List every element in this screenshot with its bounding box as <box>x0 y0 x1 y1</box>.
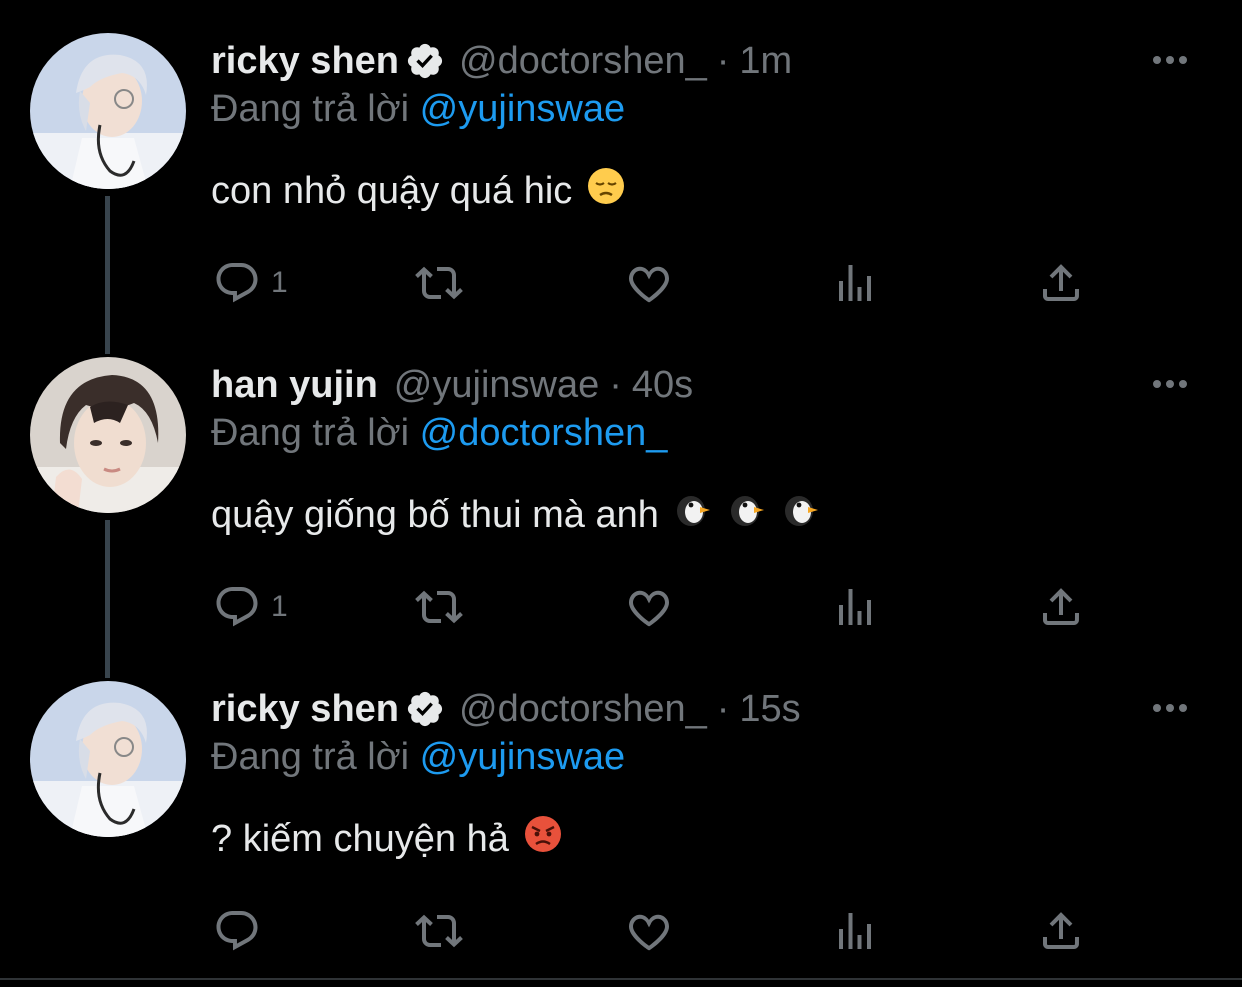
views-button[interactable] <box>831 906 879 956</box>
penguin-icon <box>673 490 713 540</box>
share-icon <box>1043 912 1079 949</box>
tweet[interactable]: ricky shen @doctorshen_ · 1m Đang trả lờ… <box>0 0 1242 324</box>
timestamp[interactable]: 40s <box>632 364 693 407</box>
timestamp[interactable]: 15s <box>739 688 800 731</box>
views-button[interactable] <box>831 582 879 632</box>
avatar[interactable] <box>30 357 186 513</box>
tweet[interactable]: han yujin @yujinswae · 40s Đang trả lời … <box>0 324 1242 648</box>
views-icon <box>839 913 871 949</box>
more-icon[interactable] <box>1150 696 1190 720</box>
more-icon[interactable] <box>1150 372 1190 396</box>
more-icon[interactable] <box>1150 48 1190 72</box>
penguin-icon <box>727 490 767 540</box>
replying-prefix: Đang trả lời <box>211 736 410 778</box>
retweet-button[interactable] <box>415 906 463 956</box>
display-name[interactable]: ricky shen <box>211 40 399 83</box>
heart-icon <box>629 590 669 627</box>
views-icon <box>839 265 871 301</box>
avatar-dark-hair-icon <box>30 357 186 513</box>
retweet-icon <box>415 266 463 300</box>
retweet-button[interactable] <box>415 258 463 308</box>
mention-link[interactable]: @yujinswae <box>420 88 625 130</box>
tweet-actions: 1 <box>211 258 1091 308</box>
tweet-header: han yujin @yujinswae · 40s <box>211 360 693 410</box>
divider <box>0 978 1242 980</box>
share-button[interactable] <box>1037 582 1085 632</box>
separator-dot: · <box>716 39 730 82</box>
heart-icon <box>629 266 669 303</box>
replying-prefix: Đang trả lời <box>211 88 410 130</box>
verified-icon <box>405 689 445 729</box>
reply-icon <box>216 911 258 951</box>
like-button[interactable] <box>625 258 673 308</box>
display-name[interactable]: ricky shen <box>211 688 399 731</box>
like-button[interactable] <box>625 582 673 632</box>
tweet-actions: 1 <box>211 582 1091 632</box>
pensive-face-icon <box>586 166 626 216</box>
mention-link[interactable]: @doctorshen_ <box>420 412 668 454</box>
retweet-button[interactable] <box>415 582 463 632</box>
tweet-text: con nhỏ quậy quá hic <box>211 166 626 216</box>
like-button[interactable] <box>625 906 673 956</box>
retweet-icon <box>415 914 463 948</box>
avatar[interactable] <box>30 33 186 189</box>
reply-button[interactable]: 1 <box>213 582 288 632</box>
replying-to: Đang trả lời @yujinswae <box>211 88 625 131</box>
replying-prefix: Đang trả lời <box>211 412 410 454</box>
share-button[interactable] <box>1037 258 1085 308</box>
penguin-icon <box>781 490 821 540</box>
reply-icon <box>216 263 258 303</box>
mention-link[interactable]: @yujinswae <box>420 736 625 778</box>
separator-dot: · <box>609 363 622 406</box>
user-handle[interactable]: @doctorshen_ <box>459 688 707 731</box>
timestamp[interactable]: 1m <box>739 40 792 83</box>
reply-count: 1 <box>271 266 288 299</box>
views-button[interactable] <box>831 258 879 308</box>
reply-count: 1 <box>271 590 288 623</box>
tweet-text: ? kiếm chuyện hả <box>211 814 563 864</box>
reply-icon <box>216 587 258 627</box>
verified-icon <box>405 41 445 81</box>
avatar-silver-hair-stethoscope-icon <box>30 681 186 837</box>
display-name[interactable]: han yujin <box>211 364 378 407</box>
retweet-icon <box>415 590 463 624</box>
tweet[interactable]: ricky shen @doctorshen_ · 15s Đang trả l… <box>0 648 1242 972</box>
tweet-actions <box>211 906 1091 956</box>
pouting-face-icon <box>523 814 563 864</box>
avatar-silver-hair-stethoscope-icon <box>30 33 186 189</box>
replying-to: Đang trả lời @yujinswae <box>211 736 625 779</box>
reply-button[interactable]: 1 <box>213 258 288 308</box>
reply-button[interactable] <box>213 906 271 956</box>
tweet-text: quậy giống bố thui mà anh <box>211 490 821 540</box>
user-handle[interactable]: @doctorshen_ <box>459 40 707 83</box>
avatar[interactable] <box>30 681 186 837</box>
share-icon <box>1043 264 1079 301</box>
share-button[interactable] <box>1037 906 1085 956</box>
tweet-body: con nhỏ quậy quá hic <box>211 169 573 212</box>
heart-icon <box>629 914 669 951</box>
share-icon <box>1043 588 1079 625</box>
tweet-body: quậy giống bố thui mà anh <box>211 493 659 536</box>
views-icon <box>839 589 871 625</box>
replying-to: Đang trả lời @doctorshen_ <box>211 412 667 455</box>
user-handle[interactable]: @yujinswae <box>394 364 599 407</box>
separator-dot: · <box>716 687 730 730</box>
tweet-body: ? kiếm chuyện hả <box>211 817 509 860</box>
tweet-header: ricky shen @doctorshen_ · 1m <box>211 36 792 86</box>
tweet-header: ricky shen @doctorshen_ · 15s <box>211 684 801 734</box>
